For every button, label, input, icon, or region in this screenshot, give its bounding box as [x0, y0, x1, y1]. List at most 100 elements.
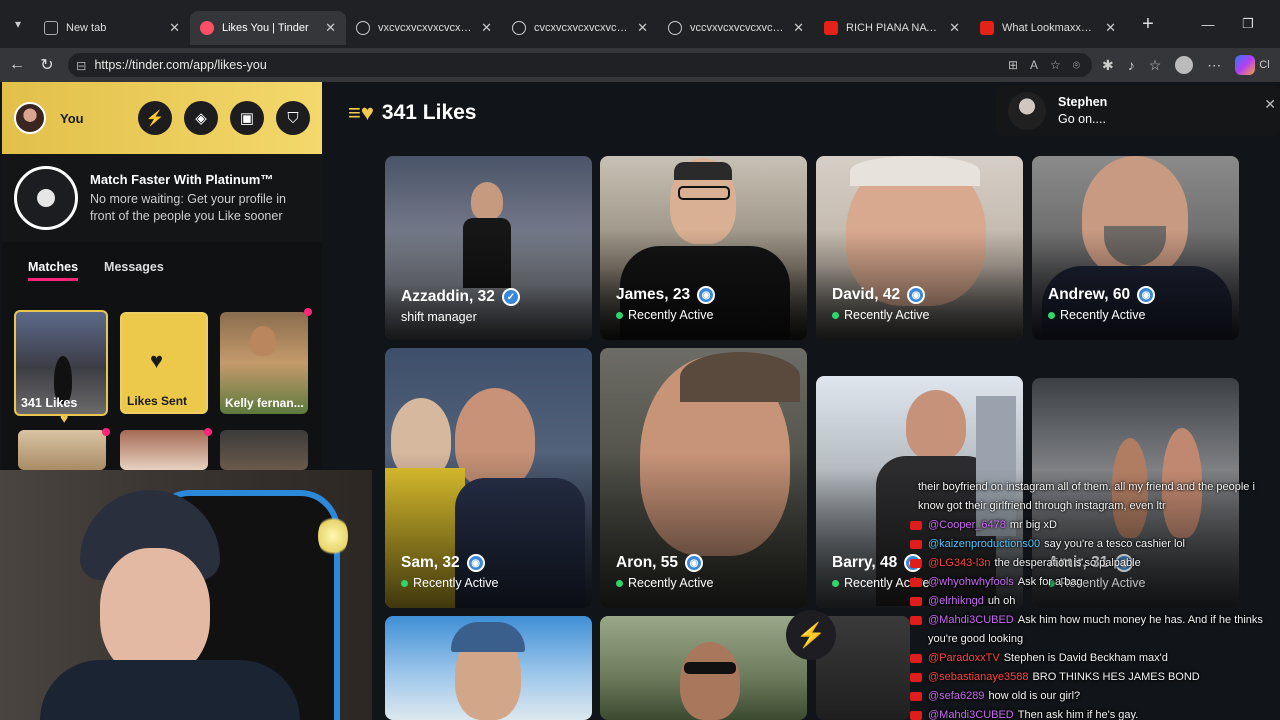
minimize-icon[interactable]: —: [1188, 17, 1228, 32]
extensions-icon[interactable]: ✱: [1102, 57, 1114, 74]
app-available-icon[interactable]: ⊞: [1008, 58, 1018, 73]
like-card[interactable]: [600, 616, 807, 720]
card-status-text: Recently Active: [413, 576, 499, 590]
active-dot: [616, 311, 623, 319]
likes-tile-label: 341 Likes: [21, 396, 78, 410]
camera-badge-icon: ◉: [697, 286, 716, 304]
tab-messages[interactable]: Messages: [104, 260, 164, 281]
chat-message-text: Ask for a bag: [1017, 576, 1083, 588]
tab-list-chevron-icon[interactable]: ▾: [2, 8, 34, 40]
close-icon[interactable]: ✕: [481, 20, 492, 36]
favorites-icon[interactable]: ☆: [1149, 57, 1162, 74]
cap: [451, 622, 525, 652]
match-tile-kelly[interactable]: Kelly fernan...: [220, 312, 308, 414]
notification-text: Stephen Go on....: [1058, 94, 1107, 128]
briefcase-icon[interactable]: ▣: [230, 101, 264, 135]
card-status: Recently Active: [401, 576, 498, 590]
read-aloud-icon[interactable]: A: [1030, 58, 1038, 73]
close-icon[interactable]: ✕: [1264, 96, 1276, 113]
restore-icon[interactable]: ❐: [1228, 16, 1268, 32]
platinum-promo[interactable]: Match Faster With Platinum™ No more wait…: [2, 154, 322, 242]
active-dot: [832, 311, 839, 319]
chat-message: @Mahdi3CUBED Ask him how much money he ha…: [910, 611, 1280, 649]
like-card[interactable]: Aron, 55 ◉ Recently Active: [600, 348, 807, 608]
card-name: David, 42 ◉: [832, 286, 926, 304]
chat-message: @Mahdi3CUBED Then ask him if he's gay.: [910, 706, 1280, 720]
sunglasses-icon: [684, 662, 736, 674]
new-tab-button[interactable]: +: [1134, 10, 1162, 38]
chat-message: @whyohwhyfools Ask for a bag: [910, 573, 1280, 592]
chat-username: @sefa6289: [928, 690, 985, 702]
like-card[interactable]: Azzaddin, 32 ✓ shift manager: [385, 156, 592, 340]
tab-matches[interactable]: Matches: [28, 260, 79, 281]
like-card[interactable]: [385, 616, 592, 720]
tab-image-2[interactable]: cvcxvcxvcxvcxvcxvc.jpg (85 ✕: [502, 11, 658, 45]
close-icon[interactable]: ✕: [949, 20, 960, 36]
close-icon[interactable]: ✕: [637, 20, 648, 36]
tab-image-3[interactable]: vccvxvcxvcvcxvcxvc.jpg ( ✕: [658, 11, 814, 45]
chat-username: @elrhikngd: [928, 595, 984, 607]
youtube-icon: [910, 578, 922, 587]
favorite-star-icon[interactable]: ☆: [1050, 58, 1061, 73]
hair: [850, 156, 980, 186]
card-status: Recently Active: [832, 308, 929, 322]
site-info-icon[interactable]: ⊟: [76, 58, 86, 73]
close-icon[interactable]: ✕: [793, 20, 804, 36]
match-name-label: Kelly fernan...: [225, 396, 304, 410]
explore-compass-icon[interactable]: ◈: [184, 101, 218, 135]
split-screen-icon[interactable]: ♪: [1128, 57, 1135, 73]
copilot-label: Cl: [1259, 59, 1270, 71]
person-face: [250, 326, 276, 356]
card-name: Azzaddin, 32 ✓: [401, 288, 520, 306]
tab-youtube-1[interactable]: RICH PIANA NATTY AN ✕: [814, 11, 970, 45]
hair: [674, 162, 732, 180]
tab-image-1[interactable]: vxcvcxvcxvxcvcxvc.jpg ( ✕: [346, 11, 502, 45]
camera-badge-icon: ◉: [1137, 286, 1156, 304]
boost-bolt-icon[interactable]: ⚡: [138, 101, 172, 135]
chat-message-text: their boyfriend on instagram all of them…: [918, 481, 1255, 512]
match-tile[interactable]: [120, 430, 208, 470]
likes-sent-tile[interactable]: ♥ Likes Sent: [120, 312, 208, 414]
new-match-dot: [102, 428, 110, 436]
likes-sent-label: Likes Sent: [127, 394, 188, 408]
profile-avatar[interactable]: [1175, 56, 1194, 74]
copilot-icon[interactable]: [1235, 55, 1256, 75]
reload-icon[interactable]: ↻: [32, 55, 62, 75]
streamer-face: [100, 548, 210, 678]
address-bar[interactable]: ⊟ https://tinder.com/app/likes-you ⊞ A ☆…: [68, 53, 1092, 77]
youtube-icon: [980, 21, 994, 35]
profile-label[interactable]: You: [60, 111, 84, 126]
card-status-text: Recently Active: [628, 576, 714, 590]
close-icon[interactable]: ✕: [169, 20, 180, 36]
chat-message-text: the desperation is so palpable: [994, 557, 1141, 569]
like-card[interactable]: James, 23 ◉ Recently Active: [600, 156, 807, 340]
tab-youtube-2[interactable]: What Lookmaxxers Are ✕: [970, 11, 1126, 45]
tab-new-tab[interactable]: New tab ✕: [34, 11, 190, 45]
match-tile[interactable]: [220, 430, 308, 470]
back-arrow-icon[interactable]: ←: [2, 56, 32, 74]
card-name-text: Aron, 55: [616, 554, 679, 571]
match-tile[interactable]: [18, 430, 106, 470]
close-icon[interactable]: ✕: [1105, 20, 1116, 36]
message-notification[interactable]: Stephen Go on.... ✕: [996, 86, 1280, 136]
active-dot: [616, 579, 623, 587]
tab-title: RICH PIANA NATTY AN: [846, 22, 941, 34]
browser-toolbar: ← ↻ ⊟ https://tinder.com/app/likes-you ⊞…: [0, 48, 1280, 82]
card-shade: [600, 229, 807, 340]
more-menu-icon[interactable]: ⋯: [1207, 57, 1221, 74]
like-card[interactable]: David, 42 ◉ Recently Active: [816, 156, 1023, 340]
card-status-text: Recently Active: [628, 308, 714, 322]
chat-message-text: say you're a tesco cashier lol: [1044, 538, 1185, 550]
likes-tile[interactable]: 341 Likes: [14, 310, 108, 416]
likes-count-title: 341 Likes: [381, 101, 477, 124]
like-card[interactable]: Sam, 32 ◉ Recently Active: [385, 348, 592, 608]
location-icon[interactable]: ⌾: [1073, 58, 1080, 73]
avatar[interactable]: [14, 102, 46, 134]
safety-shield-icon[interactable]: ⛉: [276, 101, 310, 135]
like-card[interactable]: Andrew, 60 ◉ Recently Active: [1032, 156, 1239, 340]
card-status-text: Recently Active: [844, 308, 930, 322]
card-name-text: Andrew, 60: [1048, 286, 1131, 303]
tab-tinder[interactable]: Likes You | Tinder ✕: [190, 11, 346, 45]
close-icon[interactable]: ✕: [325, 20, 336, 36]
boost-bolt-icon[interactable]: ⚡: [786, 610, 836, 660]
